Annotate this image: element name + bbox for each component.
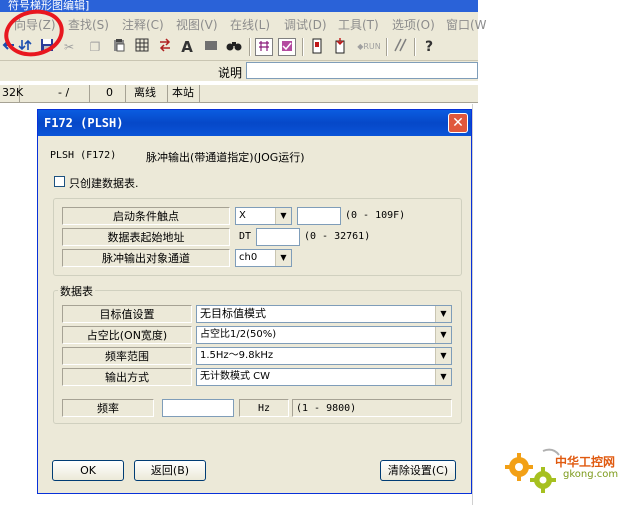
cut-icon[interactable]: ✂ [60,38,78,56]
status-mode: 离线 [126,85,168,102]
frequency-input[interactable] [162,399,234,417]
contact-number-input[interactable] [297,207,341,225]
output-channel-label: 脉冲输出对象通道 [62,249,230,267]
only-create-table-checkbox[interactable] [54,176,65,187]
menu-tools[interactable]: 工具(T) [338,16,379,33]
frequency-unit: Hz [239,399,289,417]
params-group: 启动条件触点 X ▼ (0 - 109F) 数据表起始地址 DT (0 - 32… [53,198,462,276]
contact-range: (0 - 109F) [345,210,406,221]
toolbar-separator [302,38,304,56]
instruction-name: PLSH (F172) [50,150,117,161]
output-channel-value: ch0 [239,252,258,263]
table-address-input[interactable] [256,228,300,246]
menu-view[interactable]: 视图(V) [176,16,218,33]
editor-border [472,104,473,505]
status-position: - / [20,85,90,102]
chevron-down-icon: ▼ [275,208,291,224]
description-bar: 说明 [0,61,478,81]
menu-find[interactable]: 查找(S) [68,16,109,33]
address-range: (0 - 32761) [304,231,371,242]
app-title-bar: 符号梯形图编辑] [0,0,478,12]
menu-bar: 向导(Z) 查找(S) 注释(C) 视图(V) 在线(L) 调试(D) 工具(T… [0,12,487,34]
status-count: 0 [90,85,126,102]
frequency-range: (1 - 9800) [292,399,452,417]
monitor-off-icon[interactable] [278,38,296,56]
duty-cycle-label: 占空比(ON宽度) [62,326,192,344]
help-icon[interactable]: ? [420,38,438,56]
menu-options[interactable]: 选项(O) [392,16,435,33]
toolbar-separator [386,38,388,56]
chevron-down-icon: ▼ [275,250,291,266]
back-button[interactable]: 返回(B) [134,460,206,481]
frequency-range-value: 1.5Hz～9.8kHz [200,350,274,361]
text-icon[interactable]: A [178,38,196,56]
watermark-logo: 中华工控网 gkong.com [503,445,635,500]
duty-cycle-select[interactable]: 占空比1/2(50%) ▼ [196,326,452,344]
output-mode-value: 无计数模式 CW [200,371,271,382]
chevron-down-icon: ▼ [435,327,451,343]
run-icon[interactable]: ◆RUN [356,38,382,56]
menu-comment[interactable]: 注释(C) [122,16,164,33]
duty-cycle-value: 占空比1/2(50%) [200,329,277,340]
app-title: 符号梯形图编辑] [8,0,90,12]
dialog-title: F172 (PLSH) [44,116,124,130]
output-mode-label: 输出方式 [62,368,192,386]
chevron-down-icon: ▼ [435,348,451,364]
status-row: 32K - / 0 离线 本站 [0,84,478,103]
status-station: 本站 [168,85,200,102]
menu-online[interactable]: 在线(L) [230,16,270,33]
ok-button[interactable]: OK [52,460,124,481]
grid-icon[interactable] [133,38,151,56]
only-create-table-label: 只创建数据表. [69,177,139,190]
frequency-range-label: 频率范围 [62,347,192,365]
menu-window[interactable]: 窗口(W [446,16,487,33]
frequency-label: 频率 [62,399,154,417]
toolbar: ✂ ❐ A ◆RUN ? [0,34,478,61]
target-value-label: 目标值设置 [62,305,192,323]
dialog-title-bar[interactable]: F172 (PLSH) ✕ [38,110,471,136]
contact-type-value: X [239,210,246,221]
description-input[interactable] [246,62,478,79]
clear-settings-button[interactable]: 清除设置(C) [380,460,456,481]
start-condition-label: 启动条件触点 [62,207,230,225]
monitor-icon[interactable] [255,38,273,56]
output-channel-select[interactable]: ch0 ▼ [235,249,292,267]
toolbar-separator [249,38,251,56]
watermark-url: gkong.com [563,469,619,480]
chevron-down-icon: ▼ [435,306,451,322]
watermark-cn: 中华工控网 [555,455,616,469]
target-value-select[interactable]: 无目标值模式 ▼ [196,305,452,323]
binoculars-icon[interactable] [225,38,243,56]
dt-prefix: DT [239,231,252,242]
swap-icon[interactable] [156,38,174,56]
plsh-dialog: F172 (PLSH) ✕ PLSH (F172) 脉冲输出(带通道指定)(JO… [37,109,472,494]
data-table-group: 数据表 目标值设置 无目标值模式 ▼ 占空比(ON宽度) 占空比1/2(50%)… [53,283,462,424]
output-mode-select[interactable]: 无计数模式 CW ▼ [196,368,452,386]
plc-write-icon[interactable] [331,38,349,56]
close-icon[interactable]: ✕ [448,113,468,133]
copy-icon[interactable]: ❐ [86,38,104,56]
plc-icon[interactable] [308,38,326,56]
set-reset-icon[interactable] [392,38,410,56]
gear-icon [505,448,560,493]
chevron-down-icon: ▼ [435,369,451,385]
block-icon[interactable] [202,38,220,56]
frequency-range-select[interactable]: 1.5Hz～9.8kHz ▼ [196,347,452,365]
toolbar-separator [414,38,416,56]
instruction-description: 脉冲输出(带通道指定)(JOG运行) [146,151,305,164]
status-size: 32K [0,85,23,102]
contact-type-select[interactable]: X ▼ [235,207,292,225]
data-table-group-label: 数据表 [58,283,95,299]
description-label: 说明 [218,66,243,80]
target-value-value: 无目标值模式 [200,307,266,320]
table-start-address-label: 数据表起始地址 [62,228,230,246]
paste-icon[interactable] [110,38,128,56]
menu-debug[interactable]: 调试(D) [284,16,327,33]
